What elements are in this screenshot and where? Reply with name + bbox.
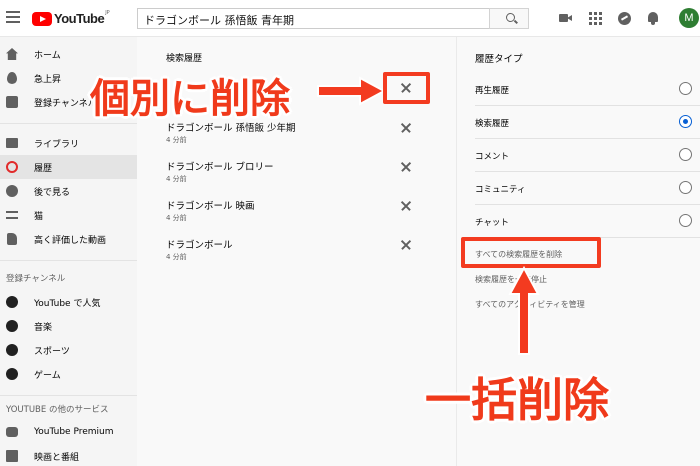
history-entry-time: 4 分前: [166, 175, 187, 183]
messages-icon[interactable]: [618, 12, 631, 25]
history-type-option-community[interactable]: コミュニティ: [475, 172, 700, 205]
music-icon: [6, 320, 18, 332]
popular-icon: [6, 296, 18, 308]
history-type-option-watch[interactable]: 再生履歴: [475, 73, 700, 106]
playlist-icon: [6, 211, 18, 219]
sidebar-item-watch-later[interactable]: 後で見る: [0, 179, 137, 203]
sidebar-item-label: 履歴: [34, 163, 53, 174]
sidebar-item-label: 後で見る: [34, 187, 71, 198]
sidebar-item-label: ホーム: [34, 50, 61, 61]
folder-icon: [6, 138, 18, 148]
sidebar-item-popular[interactable]: YouTube で人気: [0, 290, 137, 314]
subscriptions-icon: [6, 96, 18, 108]
sidebar-divider: [0, 395, 137, 396]
history-type-option-comments[interactable]: コメント: [475, 139, 700, 172]
sidebar-item-home[interactable]: ホーム: [0, 42, 137, 66]
sidebar-item-liked-videos[interactable]: 高く評価した動画: [0, 227, 137, 251]
history-type-option-chat[interactable]: チャット: [475, 205, 700, 238]
delete-entry-close-icon[interactable]: [399, 121, 413, 135]
services-heading: YOUTUBE の他のサービス: [6, 405, 109, 415]
option-label: コメント: [475, 152, 510, 162]
history-entry[interactable]: ドラゴンボール 孫悟飯 少年期 4 分前: [166, 120, 426, 154]
youtube-logo[interactable]: YouTube JP: [32, 9, 110, 26]
delete-entry-close-icon[interactable]: [399, 238, 413, 252]
menu-icon[interactable]: [6, 11, 20, 23]
annotation-highlight-box: [461, 237, 601, 268]
delete-entry-close-icon[interactable]: [399, 160, 413, 174]
sidebar-item-sports[interactable]: スポーツ: [0, 338, 137, 362]
history-type-title: 履歴タイプ: [475, 54, 523, 65]
option-label: 検索履歴: [475, 119, 510, 129]
sports-icon: [6, 344, 18, 356]
notifications-bell-icon[interactable]: [647, 12, 660, 25]
history-entry[interactable]: ドラゴンボール 映画 4 分前: [166, 198, 426, 232]
search-button[interactable]: [489, 8, 529, 29]
history-entry-query[interactable]: ドラゴンボール 映画: [166, 198, 255, 212]
history-entry-query[interactable]: ドラゴンボール ブロリー: [166, 159, 274, 173]
sidebar-divider: [0, 260, 137, 261]
gaming-icon: [6, 368, 18, 380]
avatar[interactable]: M: [679, 8, 699, 28]
fire-icon: [7, 72, 17, 84]
history-icon: [6, 161, 18, 173]
thumbs-up-icon: [7, 233, 17, 245]
sidebar-item-premium[interactable]: YouTube Premium: [0, 420, 137, 444]
sidebar-item-library[interactable]: ライブラリ: [0, 131, 137, 155]
apps-grid-icon[interactable]: [589, 12, 602, 25]
sidebar-item-label: ゲーム: [34, 370, 61, 381]
delete-entry-close-icon[interactable]: [399, 199, 413, 213]
sidebar-item-playlist[interactable]: 猫: [0, 203, 137, 227]
search-input[interactable]: ドラゴンボール 孫悟飯 青年期: [137, 8, 490, 29]
history-entry[interactable]: ドラゴンボール ブロリー 4 分前: [166, 159, 426, 193]
logo-text: YouTube: [54, 11, 105, 26]
history-entry-time: 4 分前: [166, 214, 187, 222]
sidebar-item-label: 映画と番組: [34, 452, 80, 463]
sidebar-item-movies[interactable]: 映画と番組: [0, 444, 137, 466]
history-entry-query[interactable]: ドラゴンボール: [166, 237, 233, 251]
sidebar-item-label: 音楽: [34, 322, 53, 333]
sidebar-item-label: スポーツ: [34, 346, 70, 357]
subscriptions-heading: 登録チャンネル: [6, 274, 66, 284]
sidebar-item-label: ライブラリ: [34, 139, 80, 150]
top-bar: YouTube JP ドラゴンボール 孫悟飯 青年期 M: [0, 0, 700, 37]
annotation-highlight-box: [383, 72, 430, 104]
annotation-right-arrow: [317, 76, 386, 106]
sidebar-item-label: 猫: [34, 211, 44, 222]
annotation-bulk-delete: 一括削除: [425, 373, 609, 427]
sidebar-item-label: 急上昇: [34, 74, 62, 85]
sidebar-item-label: YouTube Premium: [34, 427, 114, 437]
option-label: コミュニティ: [475, 185, 526, 195]
option-label: チャット: [475, 218, 509, 228]
sidebar-item-label: 登録チャンネル: [34, 98, 97, 109]
annotation-up-arrow: [508, 266, 540, 355]
clock-icon: [6, 185, 18, 197]
radio-button-selected[interactable]: [679, 115, 692, 128]
sidebar-item-label: 高く評価した動画: [34, 235, 107, 246]
radio-button[interactable]: [679, 214, 692, 227]
sidebar-item-history[interactable]: 履歴: [0, 155, 137, 179]
home-icon: [6, 48, 18, 60]
history-type-option-search[interactable]: 検索履歴: [475, 106, 700, 139]
search-icon: [506, 13, 515, 22]
premium-icon: [6, 427, 18, 437]
sidebar-item-music[interactable]: 音楽: [0, 314, 137, 338]
film-icon: [6, 450, 18, 462]
radio-button[interactable]: [679, 181, 692, 194]
history-entry-time: 4 分前: [166, 136, 187, 144]
radio-button[interactable]: [679, 148, 692, 161]
sidebar-item-label: YouTube で人気: [34, 298, 101, 309]
annotation-individual-delete: 個別に削除: [90, 76, 290, 122]
logo-region: JP: [105, 9, 110, 16]
history-entry-time: 4 分前: [166, 253, 187, 261]
option-label: 再生履歴: [475, 86, 510, 96]
create-video-icon[interactable]: [559, 12, 572, 25]
history-entry[interactable]: ドラゴンボール 4 分前: [166, 237, 426, 271]
search-history-title: 検索履歴: [166, 54, 203, 64]
sidebar-item-gaming[interactable]: ゲーム: [0, 362, 137, 386]
radio-button[interactable]: [679, 82, 692, 95]
play-logo-icon: [32, 11, 52, 26]
